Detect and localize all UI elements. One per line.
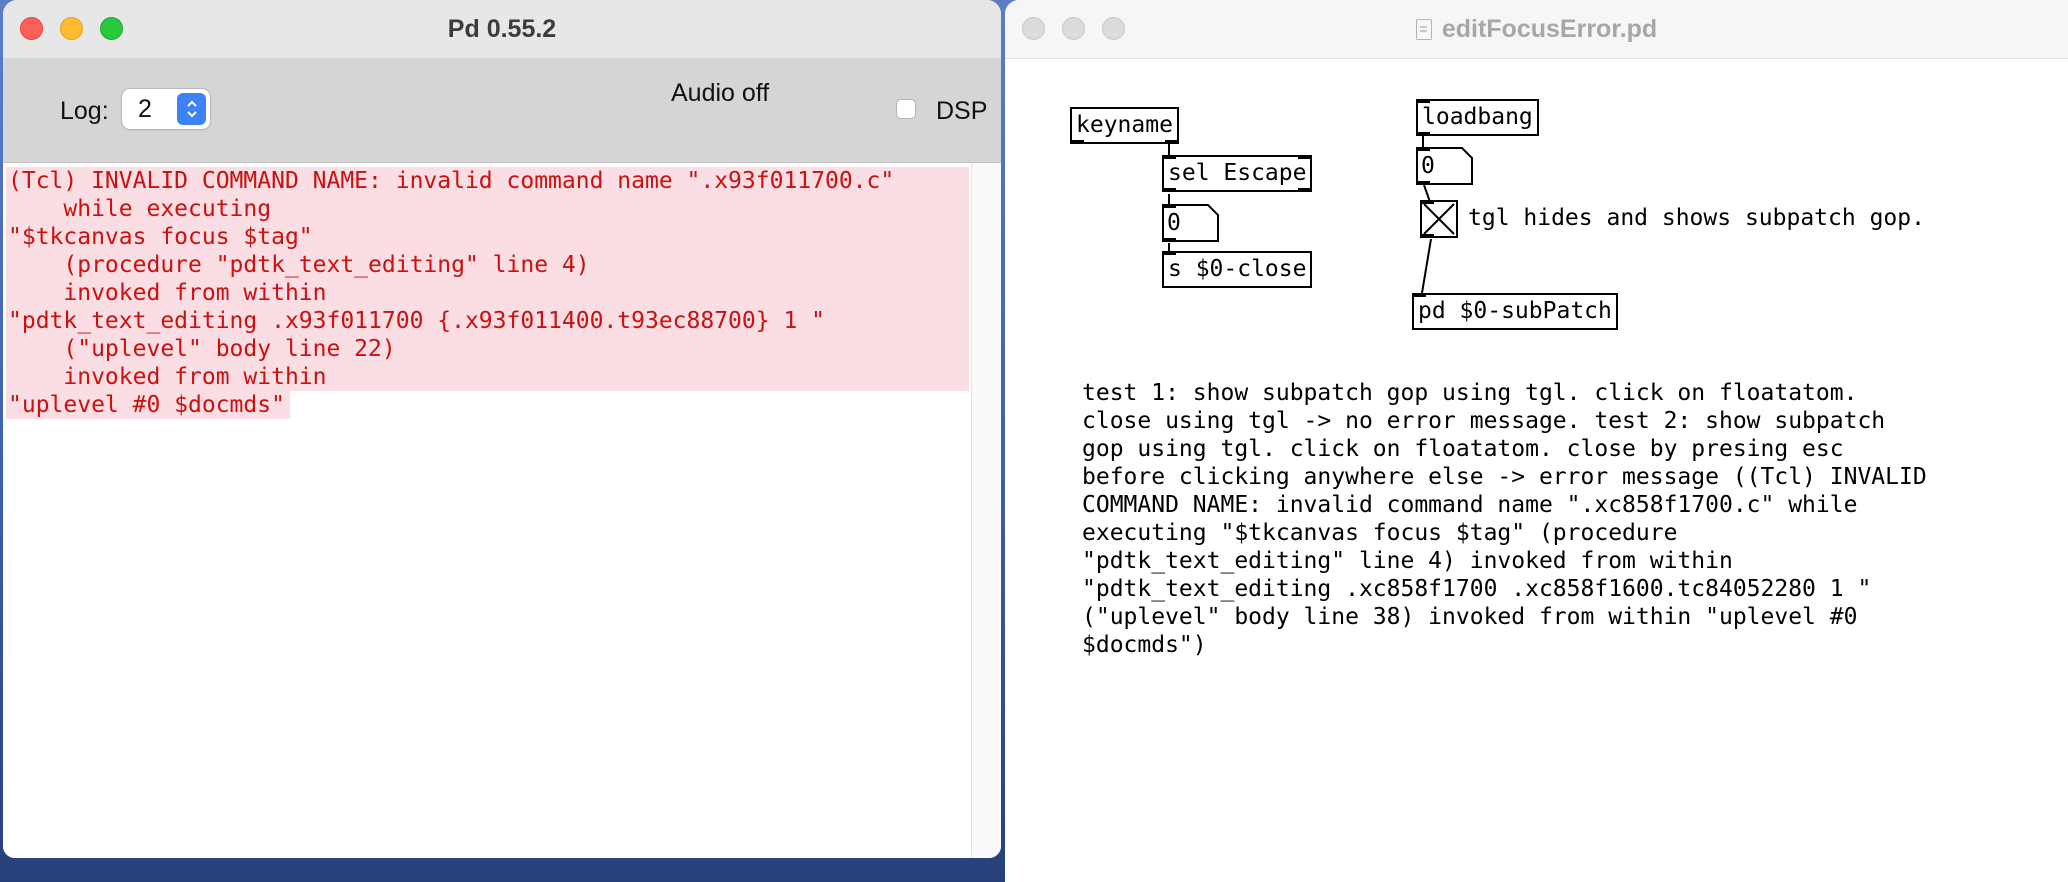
outlet[interactable] [1164,140,1179,144]
patch-title: editFocusError.pd [1415,14,1658,44]
object-label: s $0-close [1168,256,1307,282]
toggle-x-icon [1423,203,1455,235]
send-close-object[interactable]: s $0-close [1162,251,1313,288]
log-line: invoked from within [8,364,327,390]
inlet[interactable] [1298,155,1313,159]
dsp-label[interactable]: DSP [936,97,987,126]
log-level-value: 2 [138,95,152,123]
outlet[interactable] [1416,132,1430,136]
test-comment-line: COMMAND NAME: invalid command name ".xc8… [1082,492,1858,518]
outlet[interactable] [1070,140,1084,144]
close-window-button[interactable] [20,17,43,40]
log-line: (procedure "pdtk_text_editing" line 4) [8,252,590,278]
test-comment-line: "pdtk_text_editing" line 4) invoked from… [1082,548,1733,574]
window-title: Pd 0.55.2 [447,14,557,43]
loadbang-object[interactable]: loadbang [1416,99,1539,136]
object-label: pd $0-subPatch [1418,298,1612,324]
floatatom-left[interactable]: 0 [1162,204,1220,242]
patch-title-text: editFocusError.pd [1441,14,1658,43]
pd-main-window: Pd 0.55.2 Log: 2 Audio off DSP (Tcl) INV… [3,0,1001,858]
minimize-window-button[interactable] [1062,17,1085,40]
log-line: ("uplevel" body line 22) [8,336,396,362]
test-comment-line: executing "$tkcanvas focus $tag" (proced… [1082,520,1678,546]
inlet[interactable] [1162,155,1176,159]
object-label: sel Escape [1168,160,1307,186]
test-comment-line: ("uplevel" body line 38) invoked from wi… [1082,604,1858,630]
inlet[interactable] [1416,99,1430,103]
log-line: "pdtk_text_editing .x93f011700 {.x93f011… [8,308,825,334]
test-comment-line: "pdtk_text_editing .xc858f1700 .xc858f16… [1082,576,1872,602]
zoom-window-button[interactable] [100,17,123,40]
console-scrollbar[interactable] [971,163,1001,858]
inlet[interactable] [1162,251,1176,255]
keyname-object[interactable]: keyname [1070,107,1179,144]
atom-value: 0 [1421,153,1435,179]
close-window-button[interactable] [1022,17,1045,40]
select-stepper-icon[interactable] [177,93,206,125]
subpatch-object[interactable]: pd $0-subPatch [1412,293,1618,330]
floatatom-right[interactable]: 0 [1416,147,1474,185]
log-line: while executing [8,196,272,222]
pd-toolbar: Log: 2 Audio off DSP [3,58,1001,163]
patch-canvas[interactable]: keyname sel Escape 0 s $0-close loadbang [1005,59,2068,882]
log-console[interactable]: (Tcl) INVALID COMMAND NAME: invalid comm… [3,163,973,858]
test-comment-line: before clicking anywhere else -> error m… [1082,464,1927,490]
inlet[interactable] [1420,200,1434,204]
test-comment-line: gop using tgl. click on floatatom. close… [1082,436,1844,462]
toggle-comment: tgl hides and shows subpatch gop. [1468,205,1925,231]
test-comment-line: close using tgl -> no error message. tes… [1082,408,1886,434]
log-level-select[interactable]: 2 [122,89,210,129]
document-icon [1415,18,1432,40]
inlet[interactable] [1412,293,1426,297]
log-line: "$tkcanvas focus $tag" [8,224,313,250]
toggle[interactable] [1420,200,1458,238]
sel-escape-object[interactable]: sel Escape [1162,155,1313,192]
dsp-checkbox[interactable] [896,99,916,119]
log-line: "uplevel #0 $docmds" [8,392,285,418]
audio-status: Audio off [671,79,770,107]
object-label: loadbang [1422,104,1533,130]
atom-value: 0 [1167,210,1181,236]
zoom-window-button[interactable] [1102,17,1125,40]
test-comment-line: test 1: show subpatch gop using tgl. cli… [1082,380,1858,406]
minimize-window-button[interactable] [60,17,83,40]
log-label: Log: [60,97,109,125]
outlet[interactable] [1162,188,1176,192]
outlet[interactable] [1298,188,1313,192]
log-line: (Tcl) INVALID COMMAND NAME: invalid comm… [8,168,895,194]
patch-window: editFocusError.pd keyname sel Escape 0 s… [1005,0,2068,882]
patch-titlebar[interactable]: editFocusError.pd [1005,0,2068,59]
object-label: keyname [1076,112,1173,138]
test-comment-line: $docmds") [1082,632,1207,658]
outlet[interactable] [1420,234,1434,238]
log-line: invoked from within [8,280,327,306]
pd-titlebar[interactable]: Pd 0.55.2 [3,0,1001,58]
